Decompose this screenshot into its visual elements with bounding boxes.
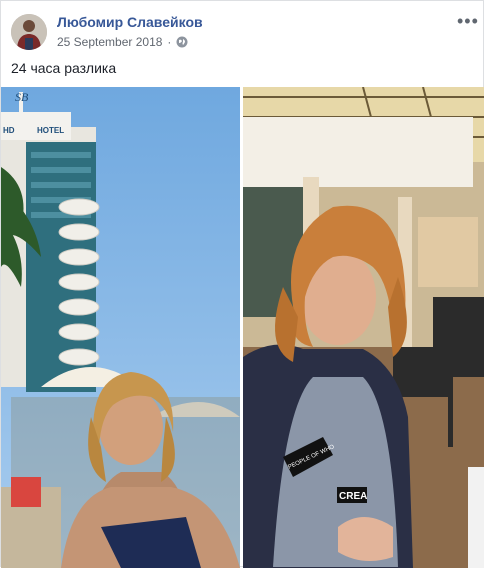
globe-icon[interactable] — [176, 36, 188, 48]
hotel-left-sign: HD — [3, 126, 15, 135]
photo-hotel-portrait[interactable]: SB HD HOTEL — [1, 87, 240, 568]
avatar[interactable] — [11, 14, 47, 50]
meta-separator: · — [167, 35, 172, 49]
avatar-image — [11, 14, 47, 50]
photo-cafe-portrait[interactable]: PEOPLE OF WHO CREA — [243, 87, 484, 568]
post-text: 24 часа разлика — [11, 60, 117, 76]
shirt-text-2: CREA — [339, 491, 367, 502]
post-date[interactable]: 25 September 2018 — [57, 35, 162, 49]
more-options-icon[interactable]: ••• — [457, 11, 479, 32]
facebook-post: Любомир Славейков 25 September 2018 · ••… — [0, 0, 484, 568]
hotel-logo-text: SB — [15, 90, 29, 104]
hotel-sign-text: HOTEL — [37, 126, 64, 135]
author-name[interactable]: Любомир Славейков — [57, 14, 203, 30]
post-meta: 25 September 2018 · — [57, 35, 188, 49]
